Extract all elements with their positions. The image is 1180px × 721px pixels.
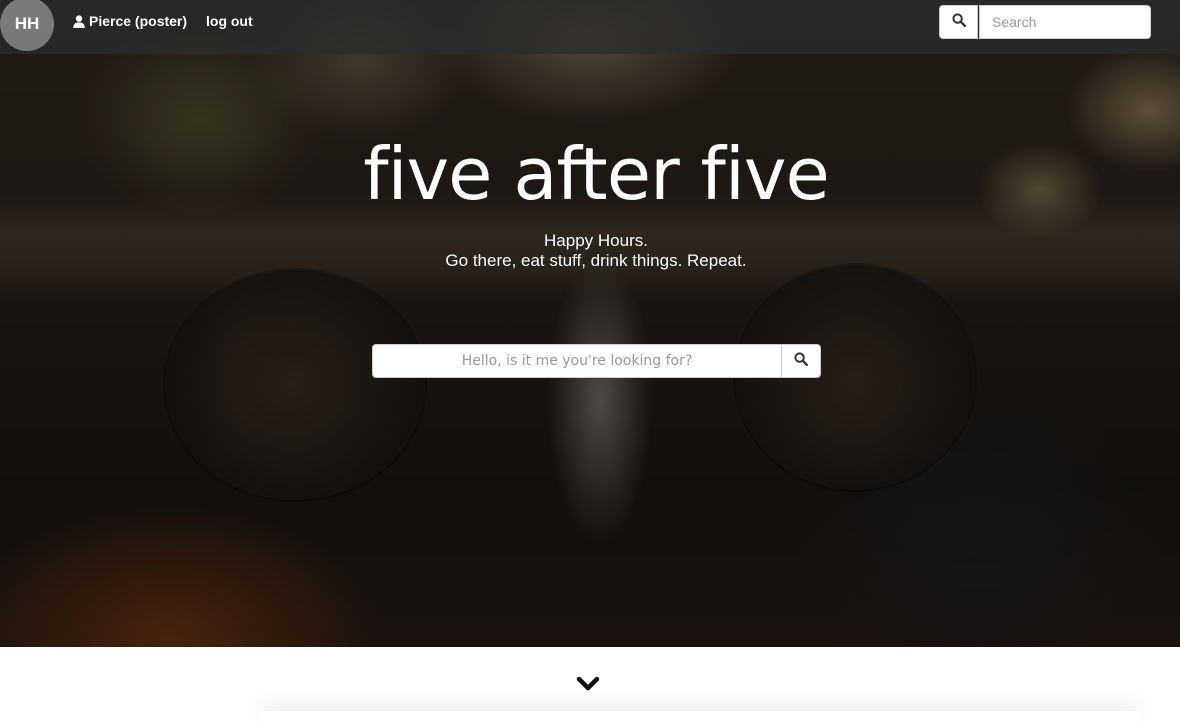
user-menu-link[interactable]: Pierce (poster) — [73, 13, 187, 29]
logout-link[interactable]: log out — [206, 13, 253, 29]
site-logo[interactable]: HH — [0, 0, 54, 51]
scroll-down-button[interactable] — [575, 676, 601, 697]
hero-search-button[interactable] — [782, 344, 821, 378]
user-icon — [73, 14, 85, 28]
chevron-down-icon — [576, 676, 600, 697]
content-section — [0, 647, 1180, 713]
hero-section: five after five Happy Hours. Go there, e… — [0, 0, 1180, 647]
tagline-line-1: Happy Hours. — [544, 231, 648, 250]
hero-overlay — [0, 0, 1180, 647]
hero-search-input[interactable] — [372, 344, 782, 378]
top-navbar: HH Pierce (poster) log out — [0, 0, 1180, 54]
hero-title: five after five — [363, 132, 830, 216]
search-icon — [794, 351, 809, 371]
navbar-search-button[interactable] — [939, 5, 978, 39]
navbar-search-input[interactable] — [979, 5, 1151, 39]
tagline-line-2: Go there, eat stuff, drink things. Repea… — [445, 251, 747, 270]
hero-search-group — [372, 344, 821, 378]
user-name-label: Pierce (poster) — [89, 13, 188, 29]
hero-tagline: Happy Hours. Go there, eat stuff, drink … — [0, 231, 1180, 271]
search-icon — [951, 12, 966, 32]
